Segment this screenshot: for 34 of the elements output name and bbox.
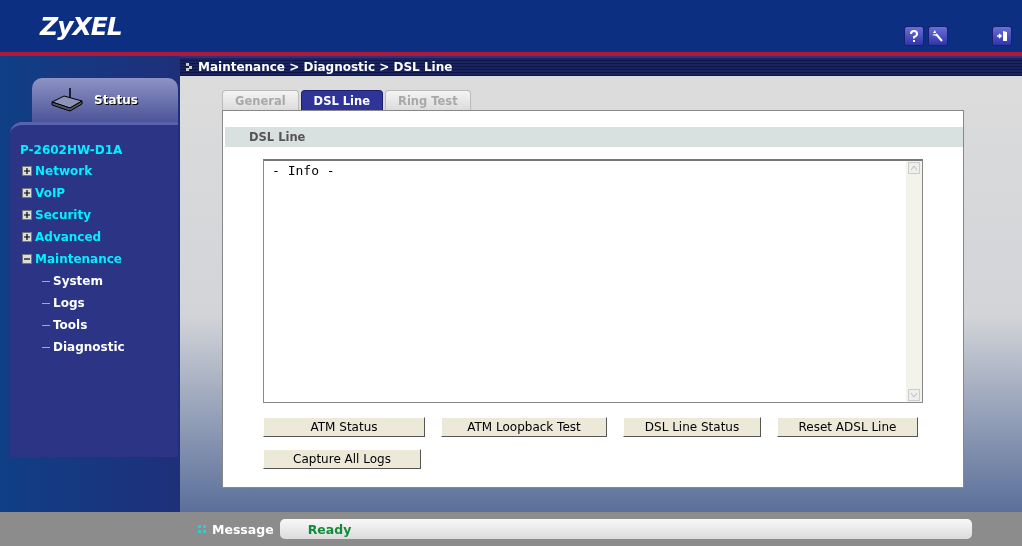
menu-item[interactable]: Network xyxy=(20,160,178,182)
router-icon xyxy=(50,88,84,112)
breadcrumb: Maintenance > Diagnostic > DSL Line xyxy=(198,60,453,74)
action-button[interactable]: ATM Loopback Test xyxy=(441,417,607,437)
menu-item[interactable]: VoIP xyxy=(20,182,178,204)
logout-icon[interactable] xyxy=(992,26,1012,46)
plus-icon[interactable] xyxy=(22,166,32,176)
device-name: P-2602HW-D1A xyxy=(20,143,124,157)
logo: ZyXEL xyxy=(40,11,122,41)
submenu-item[interactable]: System xyxy=(20,270,178,292)
action-button[interactable]: ATM Status xyxy=(263,417,425,437)
dots-icon xyxy=(198,525,206,533)
minus-icon[interactable] xyxy=(22,254,32,264)
info-text-area[interactable]: - Info - xyxy=(263,159,923,403)
action-button[interactable]: Reset ADSL Line xyxy=(777,417,918,437)
wand-icon[interactable] xyxy=(928,26,948,46)
help-icon[interactable] xyxy=(904,26,924,46)
submenu-item[interactable]: Logs xyxy=(20,292,178,314)
submenu-item[interactable]: Diagnostic xyxy=(20,336,178,358)
submenu-item[interactable]: Tools xyxy=(20,314,178,336)
message-label: Message xyxy=(212,521,274,537)
plus-icon[interactable] xyxy=(22,232,32,242)
plus-icon[interactable] xyxy=(22,210,32,220)
dots-icon xyxy=(186,63,192,71)
plus-icon[interactable] xyxy=(22,188,32,198)
message-field: Ready xyxy=(279,519,972,539)
status-tab[interactable]: Status xyxy=(32,78,178,122)
menu-item[interactable]: Advanced xyxy=(20,226,178,248)
action-button[interactable]: Capture All Logs xyxy=(263,449,421,469)
action-button[interactable]: DSL Line Status xyxy=(623,417,761,437)
menu-item[interactable]: Security xyxy=(20,204,178,226)
section-title: DSL Line xyxy=(225,127,963,147)
tab[interactable]: DSL Line xyxy=(300,90,384,110)
menu-item[interactable]: Maintenance xyxy=(20,248,178,270)
